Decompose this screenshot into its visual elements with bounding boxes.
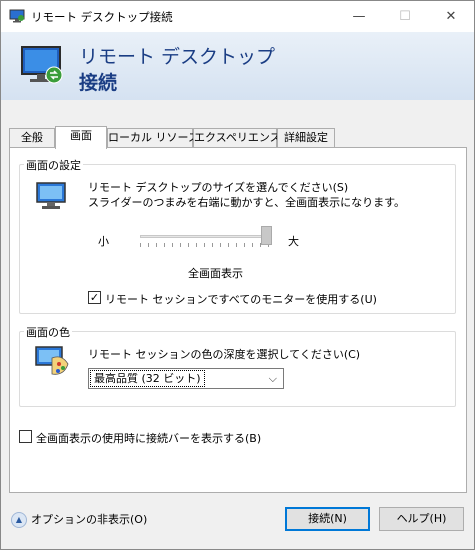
hide-options-toggle[interactable]: ▲ オプションの非表示(O) xyxy=(11,511,147,528)
tab-display[interactable]: 画面 xyxy=(55,126,107,149)
display-settings-legend: 画面の設定 xyxy=(24,157,83,173)
hide-options-label: オプションの非表示(O) xyxy=(31,513,148,526)
display-size-slider-thumb[interactable] xyxy=(261,226,272,245)
display-size-slider-track[interactable] xyxy=(140,235,270,238)
display-monitor-icon xyxy=(36,182,66,209)
connection-bar-checkbox-label[interactable]: 全画面表示の使用時に接続バーを表示する(B) xyxy=(36,430,261,446)
banner-title-line1: リモート デスクトップ xyxy=(79,46,276,68)
color-palette-icon xyxy=(35,346,69,375)
color-depth-instruction: リモート セッションの色の深度を選択してください(C) xyxy=(88,348,361,361)
slider-min-label: 小 xyxy=(98,235,109,248)
tab-general[interactable]: 全般 xyxy=(9,128,55,148)
chevron-down-icon: ⌵ xyxy=(268,372,277,385)
color-depth-selected-value: 最高品質 (32 ビット) xyxy=(90,370,205,387)
slider-value-label: 全画面表示 xyxy=(188,267,243,280)
multimon-checkbox-label[interactable]: リモート セッションですべてのモニターを使用する(U) xyxy=(105,291,377,307)
slider-max-label: 大 xyxy=(288,235,299,248)
header-banner: リモート デスクトップ 接続 xyxy=(1,32,474,100)
display-tab-panel: 画面の設定 リモート デスクトップのサイズを選んでください(S) スライダーのつ… xyxy=(9,147,467,493)
display-slider-hint: スライダーのつまみを右端に動かすと、全画面表示になります。 xyxy=(88,196,406,209)
colors-group: 画面の色 リモート セッションの色の深度を選択してください(C) 最高品質 (3… xyxy=(19,324,456,407)
minimize-button[interactable]: — xyxy=(336,1,382,32)
remote-desktop-window: リモート デスクトップ接続 — ☐ ✕ リモート デスクトップ 接続 全般 画面… xyxy=(0,0,475,550)
display-settings-group: 画面の設定 リモート デスクトップのサイズを選んでください(S) スライダーのつ… xyxy=(19,157,456,314)
multimon-checkbox[interactable]: ✓ xyxy=(88,291,101,304)
colors-legend: 画面の色 xyxy=(24,324,72,340)
remote-desktop-app-icon xyxy=(9,9,25,23)
window-title: リモート デスクトップ接続 xyxy=(31,10,173,24)
chevron-up-icon: ▲ xyxy=(11,512,27,528)
banner-title-line2: 接続 xyxy=(79,72,118,94)
tab-local-resources[interactable]: ローカル リソース xyxy=(107,128,199,148)
display-size-instruction: リモート デスクトップのサイズを選んでください(S) xyxy=(88,181,349,194)
close-button[interactable]: ✕ xyxy=(428,1,474,32)
help-button[interactable]: ヘルプ(H) xyxy=(379,507,464,531)
maximize-button[interactable]: ☐ xyxy=(382,1,428,32)
slider-tick-marks xyxy=(140,243,270,247)
tab-experience[interactable]: エクスペリエンス xyxy=(193,128,281,148)
remote-desktop-monitor-icon xyxy=(21,46,63,84)
color-depth-select[interactable]: 最高品質 (32 ビット) ⌵ xyxy=(88,368,284,389)
connection-bar-checkbox[interactable] xyxy=(19,430,32,443)
connect-button[interactable]: 接続(N) xyxy=(285,507,370,531)
title-bar: リモート デスクトップ接続 — ☐ ✕ xyxy=(1,1,474,32)
tab-advanced[interactable]: 詳細設定 xyxy=(277,128,335,148)
